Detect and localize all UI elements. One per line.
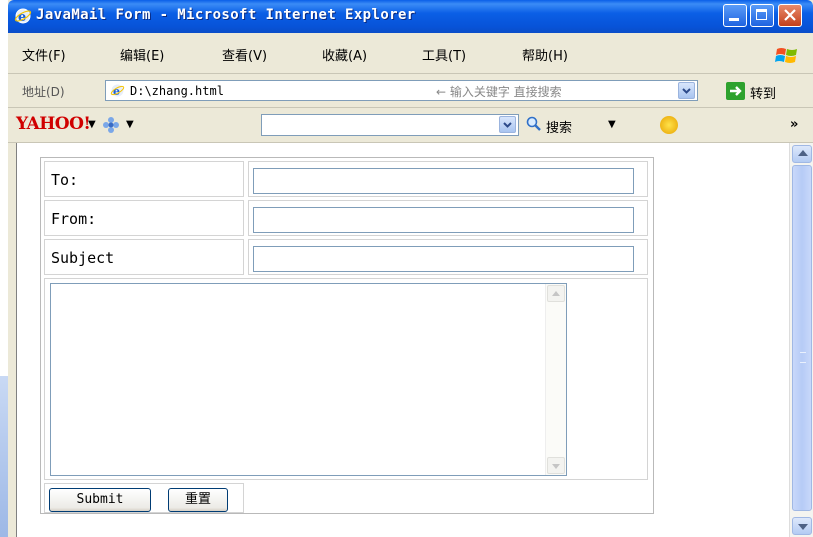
go-button[interactable]	[726, 82, 745, 100]
address-label: 地址(D)	[22, 85, 65, 99]
yahoo-logo[interactable]: YAHOO!	[16, 114, 91, 134]
minimize-icon	[729, 18, 739, 21]
maximize-button[interactable]	[750, 4, 774, 27]
menu-edit[interactable]: 编辑(E)	[120, 45, 164, 64]
menu-favorites[interactable]: 收藏(A)	[322, 45, 367, 64]
mail-form: To: From: Subject Submit 重置	[40, 157, 654, 514]
search-icon[interactable]	[526, 116, 542, 132]
go-label[interactable]: 转到	[750, 83, 776, 102]
address-bar: 地址(D) e D:\zhang.html ← 输入关键字 直接搜索 转到	[8, 74, 813, 108]
toolbar-overflow-chevron[interactable]: »	[790, 117, 798, 132]
menu-view[interactable]: 查看(V)	[222, 45, 267, 64]
buttons-cell: Submit 重置	[44, 483, 244, 513]
chevron-down-icon	[798, 524, 808, 530]
address-search-hint: ← 输入关键字 直接搜索	[436, 85, 562, 99]
title-bar[interactable]: e JavaMail Form - Microsoft Internet Exp…	[8, 0, 813, 33]
yahoo-search-input[interactable]	[264, 116, 498, 136]
subject-label-cell: Subject	[44, 239, 244, 275]
ie-icon: e	[14, 8, 32, 25]
yahoo-search-button[interactable]: 搜索	[546, 117, 572, 136]
search-menu-caret-icon[interactable]: ▼	[608, 119, 616, 130]
windows-logo-icon	[775, 48, 797, 63]
chevron-up-icon	[798, 150, 808, 156]
yahoo-search-dropdown[interactable]	[499, 116, 516, 133]
to-field-cell	[248, 161, 648, 197]
yahoo-menu-caret-icon[interactable]: ▼	[88, 119, 96, 130]
body-scroll-down-button[interactable]	[547, 457, 565, 474]
flower-icon[interactable]	[102, 116, 120, 134]
menu-bar: 文件(F) 编辑(E) 查看(V) 收藏(A) 工具(T) 帮助(H)	[8, 33, 813, 74]
page-content: To: From: Subject Submit 重置	[16, 143, 791, 537]
body-scroll-up-button[interactable]	[547, 285, 565, 302]
subject-field-cell	[248, 239, 648, 275]
menu-tools[interactable]: 工具(T)	[422, 45, 466, 64]
chevron-down-icon	[552, 464, 560, 469]
grip-icon	[800, 352, 806, 363]
arrow-right-icon	[730, 86, 742, 96]
close-icon	[784, 9, 796, 21]
window-title: JavaMail Form - Microsoft Internet Explo…	[36, 7, 416, 23]
from-label: From:	[51, 210, 97, 228]
from-field[interactable]	[253, 207, 634, 233]
from-field-cell	[248, 200, 648, 236]
to-input[interactable]	[257, 170, 631, 194]
smiley-icon[interactable]	[660, 116, 678, 134]
chevron-down-icon	[682, 88, 691, 94]
scroll-up-button[interactable]	[792, 145, 812, 163]
body-textarea[interactable]	[50, 283, 567, 476]
close-button[interactable]	[778, 4, 802, 27]
yahoo-toolbar: YAHOO! ▼ ▼ 搜索 ▼ »	[8, 108, 813, 143]
body-cell	[44, 278, 648, 480]
scroll-down-button[interactable]	[792, 517, 812, 535]
page-scrollbar[interactable]	[789, 143, 813, 537]
scroll-thumb[interactable]	[792, 165, 812, 511]
maximize-icon	[756, 9, 767, 20]
yahoo-search-box[interactable]	[261, 114, 519, 136]
browser-window: e JavaMail Form - Microsoft Internet Exp…	[8, 0, 813, 537]
subject-input[interactable]	[257, 248, 631, 272]
submit-button[interactable]: Submit	[49, 488, 151, 512]
body-scrollbar[interactable]	[545, 284, 566, 475]
to-label: To:	[51, 171, 79, 189]
address-input[interactable]: e D:\zhang.html ← 输入关键字 直接搜索	[105, 80, 698, 101]
from-input[interactable]	[257, 209, 631, 233]
address-dropdown-button[interactable]	[678, 82, 695, 99]
to-field[interactable]	[253, 168, 634, 194]
menu-help[interactable]: 帮助(H)	[522, 45, 568, 64]
flower-menu-caret-icon[interactable]: ▼	[126, 119, 134, 130]
reset-button[interactable]: 重置	[168, 488, 228, 512]
menu-file[interactable]: 文件(F)	[22, 45, 66, 64]
page-icon: e	[110, 84, 125, 98]
chevron-down-icon	[503, 122, 512, 128]
to-label-cell: To:	[44, 161, 244, 197]
background-strip	[0, 0, 8, 537]
minimize-button[interactable]	[723, 4, 747, 27]
subject-label: Subject	[51, 249, 115, 267]
from-label-cell: From:	[44, 200, 244, 236]
address-value: D:\zhang.html	[130, 84, 224, 98]
chevron-up-icon	[552, 291, 560, 296]
subject-field[interactable]	[253, 246, 634, 272]
background-accent	[0, 376, 8, 537]
